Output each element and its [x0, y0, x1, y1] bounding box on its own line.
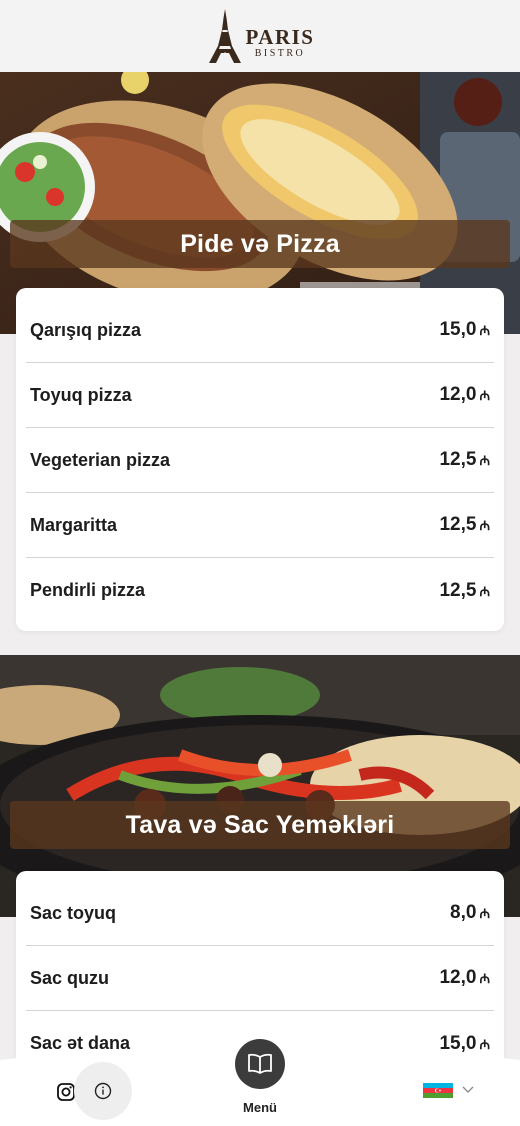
menu-item-row[interactable]: Pendirli pizza 12,5 ₼	[26, 558, 494, 623]
menu-item-row[interactable]: Qarışıq pizza 15,0 ₼	[26, 298, 494, 363]
menu-item-row[interactable]: Toyuq pizza 12,0 ₼	[26, 363, 494, 428]
menu-label[interactable]: Menü	[230, 1100, 290, 1115]
price-value: 12,5	[439, 514, 477, 535]
section-title: Tava və Sac Yeməkləri	[125, 810, 395, 839]
item-price: 15,0 ₼	[439, 319, 490, 341]
bottom-navigation: Menü	[0, 1039, 520, 1126]
item-price: 12,5 ₼	[439, 580, 490, 602]
logo[interactable]: PARIS BISTRO	[206, 8, 315, 64]
price-value: 12,5	[439, 579, 477, 601]
book-icon	[248, 1053, 272, 1074]
info-button[interactable]	[74, 1062, 132, 1120]
manat-icon: ₼	[479, 388, 490, 403]
price-value: 8,0	[450, 902, 477, 923]
azerbaijan-flag-icon[interactable]	[423, 1083, 453, 1098]
section-banner: Tava və Sac Yeməkləri	[10, 801, 510, 849]
item-name: Sac ət dana	[30, 1033, 131, 1053]
menu-item-row[interactable]: Sac toyuq 8,0 ₼	[26, 881, 494, 946]
manat-icon: ₼	[479, 323, 490, 338]
manat-icon: ₼	[479, 906, 490, 921]
section-banner: Pide və Pizza	[10, 220, 510, 268]
menu-button[interactable]	[235, 1039, 285, 1089]
price-value: 15,0	[439, 319, 477, 340]
item-price: 12,0 ₼	[439, 384, 490, 406]
price-value: 12,0	[439, 384, 477, 405]
item-price: 12,5 ₼	[439, 514, 490, 536]
price-value: 12,5	[439, 449, 477, 470]
manat-icon: ₼	[479, 518, 490, 533]
menu-item-row[interactable]: Vegeterian pizza 12,5 ₼	[26, 428, 494, 493]
item-name: Sac quzu	[30, 967, 110, 988]
eiffel-tower-icon	[208, 9, 241, 63]
price-value: 15,0	[439, 1032, 477, 1054]
menu-item-row[interactable]: Sac quzu 12,0 ₼	[26, 946, 494, 1011]
instagram-icon[interactable]	[56, 1082, 76, 1102]
logo-title: PARIS	[245, 25, 315, 49]
menu-card: Qarışıq pizza 15,0 ₼ Toyuq pizza 12,0 ₼ …	[16, 288, 504, 631]
item-price: 12,5 ₼	[439, 449, 490, 471]
manat-icon: ₼	[479, 453, 490, 468]
logo-subtitle: BISTRO	[254, 48, 306, 59]
item-name: Qarışıq pizza	[30, 319, 142, 340]
section-title: Pide və Pizza	[180, 229, 340, 258]
menu-item-row[interactable]: Margaritta 12,5 ₼	[26, 493, 494, 558]
manat-icon: ₼	[479, 583, 490, 599]
chevron-down-icon[interactable]	[462, 1086, 474, 1094]
item-price: 12,0 ₼	[439, 967, 490, 989]
item-name: Pendirli pizza	[30, 580, 146, 600]
manat-icon: ₼	[479, 971, 490, 986]
menu-scroll-area[interactable]: Pide və Pizza Qarışıq pizza 15,0 ₼ Toyuq…	[0, 72, 520, 1126]
item-name: Margaritta	[30, 514, 118, 535]
item-price: 15,0 ₼	[439, 1033, 490, 1055]
header: PARIS BISTRO	[0, 0, 520, 72]
manat-icon: ₼	[479, 1036, 490, 1052]
price-value: 12,0	[439, 967, 477, 988]
item-name: Toyuq pizza	[30, 384, 132, 405]
item-name: Vegeterian pizza	[30, 449, 171, 470]
info-icon	[94, 1082, 112, 1100]
item-price: 8,0 ₼	[450, 902, 490, 924]
item-name: Sac toyuq	[30, 902, 117, 923]
